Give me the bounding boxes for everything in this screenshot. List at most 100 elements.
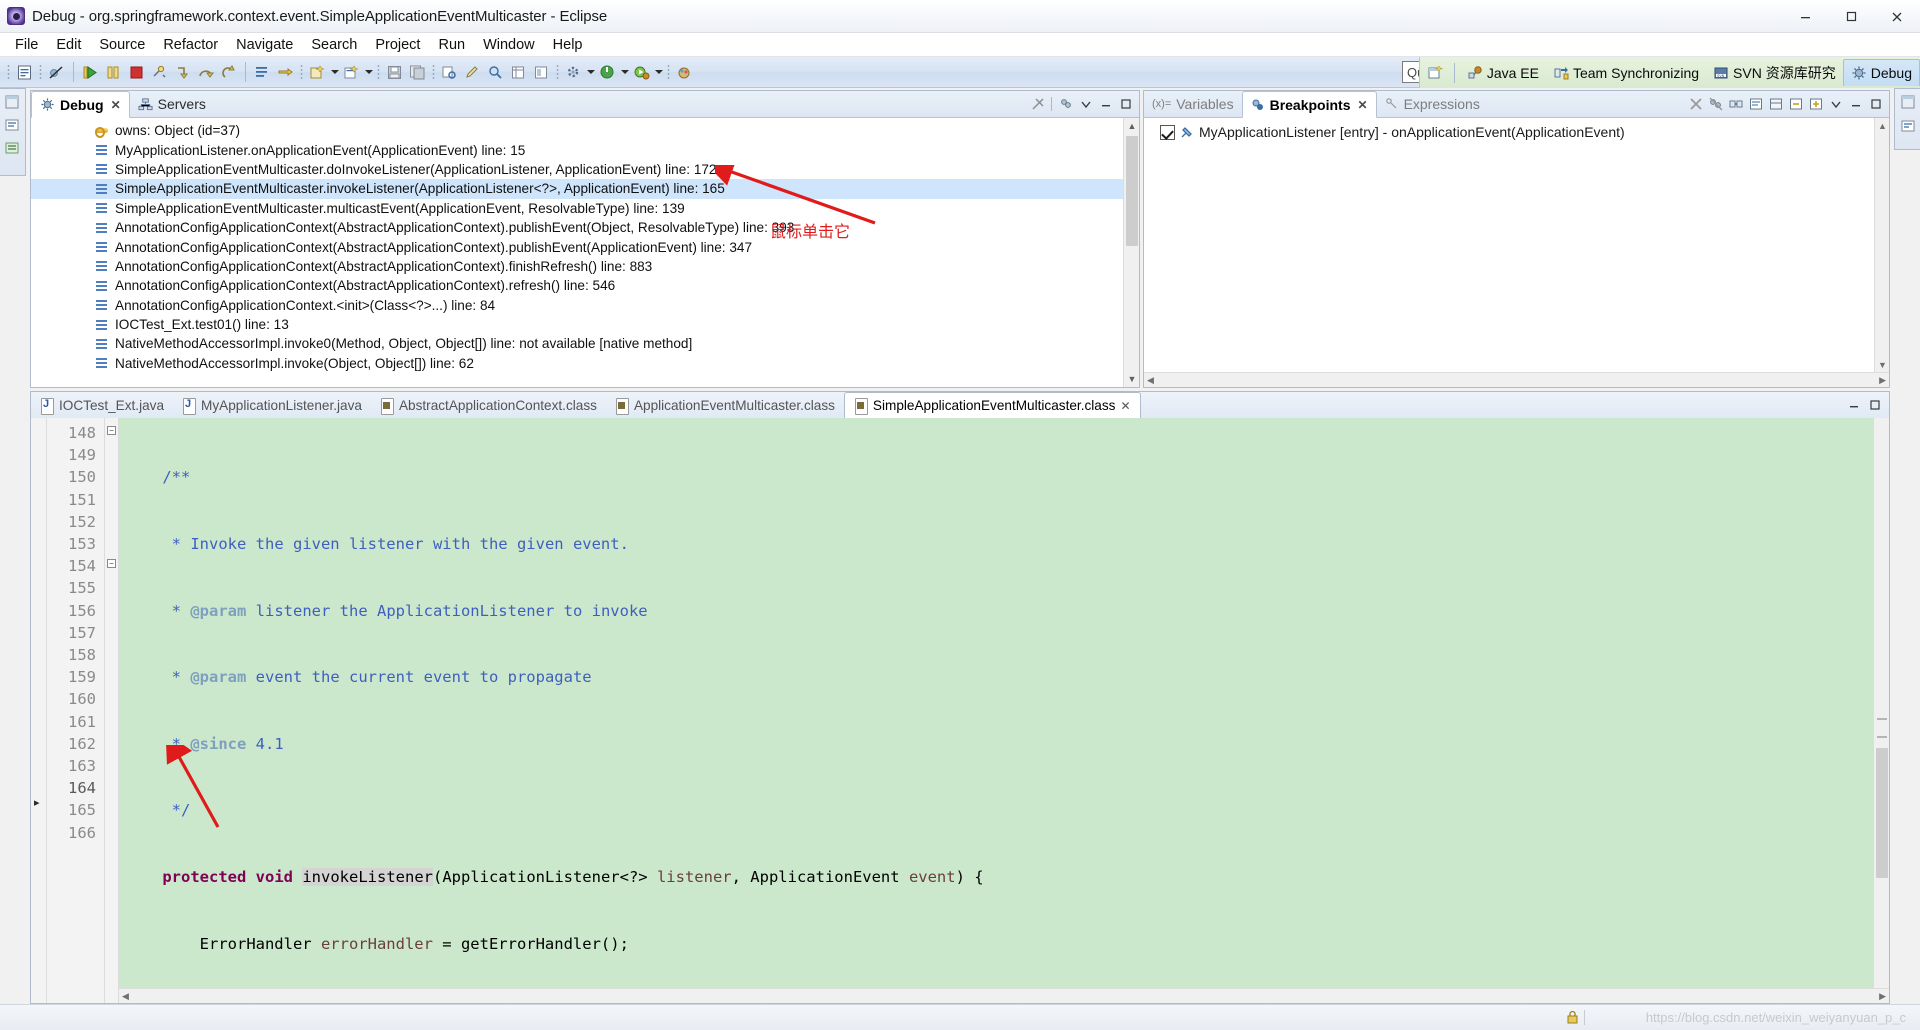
open-perspective-icon[interactable] xyxy=(1423,60,1449,86)
breakpoints-vscrollbar[interactable]: ▲ ▼ xyxy=(1874,118,1889,372)
perspective-svn[interactable]: SVN SVN 资源库研究 xyxy=(1706,59,1843,86)
menu-help[interactable]: Help xyxy=(544,35,592,55)
menu-file[interactable]: File xyxy=(6,35,47,55)
toolbar-grip[interactable] xyxy=(7,63,10,81)
fold-marker-icon[interactable]: − xyxy=(107,426,116,435)
restore-icon[interactable] xyxy=(1900,94,1916,113)
close-icon[interactable]: ✕ xyxy=(1358,98,1368,112)
perspective-team-sync[interactable]: Team Synchronizing xyxy=(1546,59,1706,86)
minimize-icon[interactable] xyxy=(1847,96,1864,113)
step-return-icon[interactable] xyxy=(217,61,240,84)
new-java-class-icon[interactable] xyxy=(306,61,329,84)
breakpoint-checkbox[interactable] xyxy=(1160,124,1175,140)
drop-to-frame-icon[interactable] xyxy=(251,61,274,84)
search-icon[interactable] xyxy=(484,61,507,84)
menu-window[interactable]: Window xyxy=(474,35,544,55)
stack-row[interactable]: AnnotationConfigApplicationContext(Abstr… xyxy=(31,237,1139,256)
editor-tab-abstractcontext[interactable]: AbstractApplicationContext.class xyxy=(371,392,606,418)
use-step-filters-icon[interactable] xyxy=(274,61,297,84)
save-icon[interactable] xyxy=(383,61,406,84)
scroll-left-icon[interactable]: ◀ xyxy=(122,991,129,1002)
new-java-package-icon[interactable] xyxy=(340,61,363,84)
outline-icon[interactable] xyxy=(4,140,22,158)
stack-row[interactable]: SimpleApplicationEventMulticaster.multic… xyxy=(31,199,1139,218)
minimize-icon[interactable] xyxy=(1845,397,1862,414)
show-qualified-names-icon[interactable] xyxy=(1747,96,1764,113)
coverage-icon[interactable] xyxy=(673,61,696,84)
pencil-icon[interactable] xyxy=(461,61,484,84)
toolbar-grip-5[interactable] xyxy=(432,63,435,81)
scroll-left-icon[interactable]: ◀ xyxy=(1147,375,1154,386)
scroll-thumb[interactable] xyxy=(1876,748,1888,878)
code-editor[interactable]: ▸ 148 149 150 151 152 153 154 155 156 15… xyxy=(30,418,1890,1004)
restore-icon[interactable] xyxy=(4,94,22,112)
terminate-icon[interactable] xyxy=(125,61,148,84)
tab-breakpoints[interactable]: Breakpoints ✕ xyxy=(1241,91,1377,118)
editor-tab-ioctest[interactable]: IOCTest_Ext.java xyxy=(31,392,173,418)
editor-hscrollbar[interactable]: ◀ ▶ xyxy=(119,988,1889,1003)
menu-search[interactable]: Search xyxy=(302,35,366,55)
folding-ruler[interactable]: − − xyxy=(105,418,119,1003)
maximize-button[interactable] xyxy=(1828,0,1874,33)
stack-row[interactable]: SimpleApplicationEventMulticaster.doInvo… xyxy=(31,160,1139,179)
perspective-debug[interactable]: Debug xyxy=(1842,59,1920,86)
stack-row[interactable]: MyApplicationListener.onApplicationEvent… xyxy=(31,140,1139,159)
debug-view-filter-icon[interactable] xyxy=(1057,96,1074,113)
tab-variables[interactable]: (x)= Variables xyxy=(1144,91,1242,117)
debug-view-pin-icon[interactable] xyxy=(1029,96,1046,113)
debug-dropdown[interactable] xyxy=(653,61,664,84)
menu-navigate[interactable]: Navigate xyxy=(227,35,302,55)
breakpoints-hscrollbar[interactable]: ◀ ▶ xyxy=(1144,372,1889,387)
code-canvas[interactable]: /** * Invoke the given listener with the… xyxy=(119,418,1889,1003)
tab-expressions[interactable]: Expressions xyxy=(1377,91,1488,117)
menu-edit[interactable]: Edit xyxy=(47,35,90,55)
step-over-icon[interactable] xyxy=(194,61,217,84)
build-icon[interactable] xyxy=(562,61,585,84)
maximize-icon[interactable] xyxy=(1866,397,1883,414)
menu-source[interactable]: Source xyxy=(90,35,154,55)
close-icon[interactable]: ✕ xyxy=(111,98,121,112)
expand-all-icon[interactable] xyxy=(1807,96,1824,113)
scroll-up-icon[interactable]: ▲ xyxy=(1124,118,1139,134)
step-into-icon[interactable] xyxy=(171,61,194,84)
new-java-package-dropdown[interactable] xyxy=(363,61,374,84)
build-dropdown[interactable] xyxy=(585,61,596,84)
stack-row[interactable]: IOCTest_Ext.test01() line: 13 xyxy=(31,315,1139,334)
stack-row[interactable]: AnnotationConfigApplicationContext(Abstr… xyxy=(31,218,1139,237)
menu-run[interactable]: Run xyxy=(429,35,474,55)
outline-view-icon[interactable] xyxy=(530,61,553,84)
external-tools-dropdown[interactable] xyxy=(619,61,630,84)
stack-row[interactable]: AnnotationConfigApplicationContext(Abstr… xyxy=(31,276,1139,295)
debug-view-scrollbar[interactable]: ▲ ▼ xyxy=(1123,118,1139,387)
group-by-icon[interactable] xyxy=(1767,96,1784,113)
stack-row[interactable]: owns: Object (id=37) xyxy=(31,121,1139,140)
remove-all-breakpoints-icon[interactable] xyxy=(1707,96,1724,113)
stack-row[interactable]: NativeMethodAccessorImpl.invoke0(Method,… xyxy=(31,334,1139,353)
resume-icon[interactable] xyxy=(79,61,102,84)
scroll-down-icon[interactable]: ▼ xyxy=(1875,357,1889,372)
scroll-right-icon[interactable]: ▶ xyxy=(1879,991,1886,1002)
external-tools-icon[interactable] xyxy=(596,61,619,84)
package-explorer-icon[interactable] xyxy=(4,117,22,135)
new-wizard-icon[interactable] xyxy=(13,61,36,84)
stack-row[interactable]: NativeMethodAccessorImpl.invoke(Object, … xyxy=(31,354,1139,373)
toolbar-grip-2[interactable] xyxy=(39,63,42,81)
menu-refactor[interactable]: Refactor xyxy=(154,35,227,55)
scroll-up-icon[interactable]: ▲ xyxy=(1875,118,1889,133)
debug-icon[interactable] xyxy=(630,61,653,84)
outline-view-icon[interactable] xyxy=(1900,118,1916,137)
maximize-icon[interactable] xyxy=(1117,96,1134,113)
editor-marker-bar[interactable]: ▸ xyxy=(31,418,47,1003)
toolbar-grip-4[interactable] xyxy=(377,63,380,81)
editor-overview-ruler[interactable] xyxy=(1873,418,1889,1003)
menu-project[interactable]: Project xyxy=(366,35,429,55)
collapse-all-icon[interactable] xyxy=(1787,96,1804,113)
tab-servers[interactable]: Servers xyxy=(130,91,214,117)
disconnect-icon[interactable] xyxy=(148,61,171,84)
open-type-icon[interactable] xyxy=(438,61,461,84)
minimize-icon[interactable] xyxy=(1097,96,1114,113)
maximize-icon[interactable] xyxy=(1867,96,1884,113)
stack-row[interactable]: AnnotationConfigApplicationContext.<init… xyxy=(31,296,1139,315)
suspend-icon[interactable] xyxy=(102,61,125,84)
scroll-right-icon[interactable]: ▶ xyxy=(1879,375,1886,386)
